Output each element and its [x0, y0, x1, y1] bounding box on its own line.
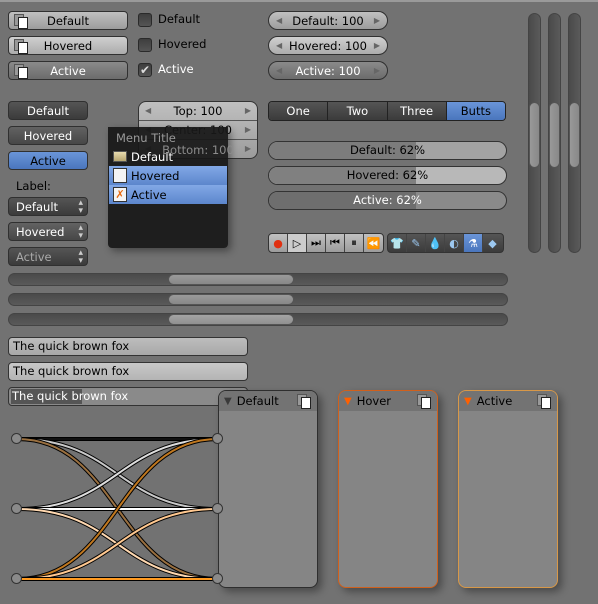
panel-active: ▼ Active	[458, 390, 558, 588]
node-socket[interactable]	[11, 573, 22, 584]
node-socket[interactable]	[212, 573, 223, 584]
node-socket[interactable]	[11, 503, 22, 514]
panel-header[interactable]: ▼ Active	[459, 391, 557, 411]
file-icon	[537, 394, 551, 409]
panel-header[interactable]: ▼ Hover	[339, 391, 437, 411]
panel-title: Active	[476, 394, 513, 408]
panel-title: Hover	[356, 394, 391, 408]
node-socket[interactable]	[11, 433, 22, 444]
panel-hover: ▼ Hover	[338, 390, 438, 588]
panel-title: Default	[236, 394, 279, 408]
file-icon	[297, 394, 311, 409]
file-icon	[417, 394, 431, 409]
collapse-arrow-icon[interactable]: ▼	[464, 396, 472, 407]
collapse-arrow-icon[interactable]: ▼	[344, 396, 352, 407]
number-label: Bottom: 100	[162, 142, 234, 157]
panel-default: ▼ Default	[218, 390, 318, 588]
node-link	[16, 438, 219, 510]
collapse-arrow-icon[interactable]: ▼	[224, 396, 232, 407]
node-link	[16, 508, 219, 580]
node-socket[interactable]	[212, 433, 223, 444]
node-socket[interactable]	[212, 503, 223, 514]
panel-header[interactable]: ▼ Default	[219, 391, 317, 411]
